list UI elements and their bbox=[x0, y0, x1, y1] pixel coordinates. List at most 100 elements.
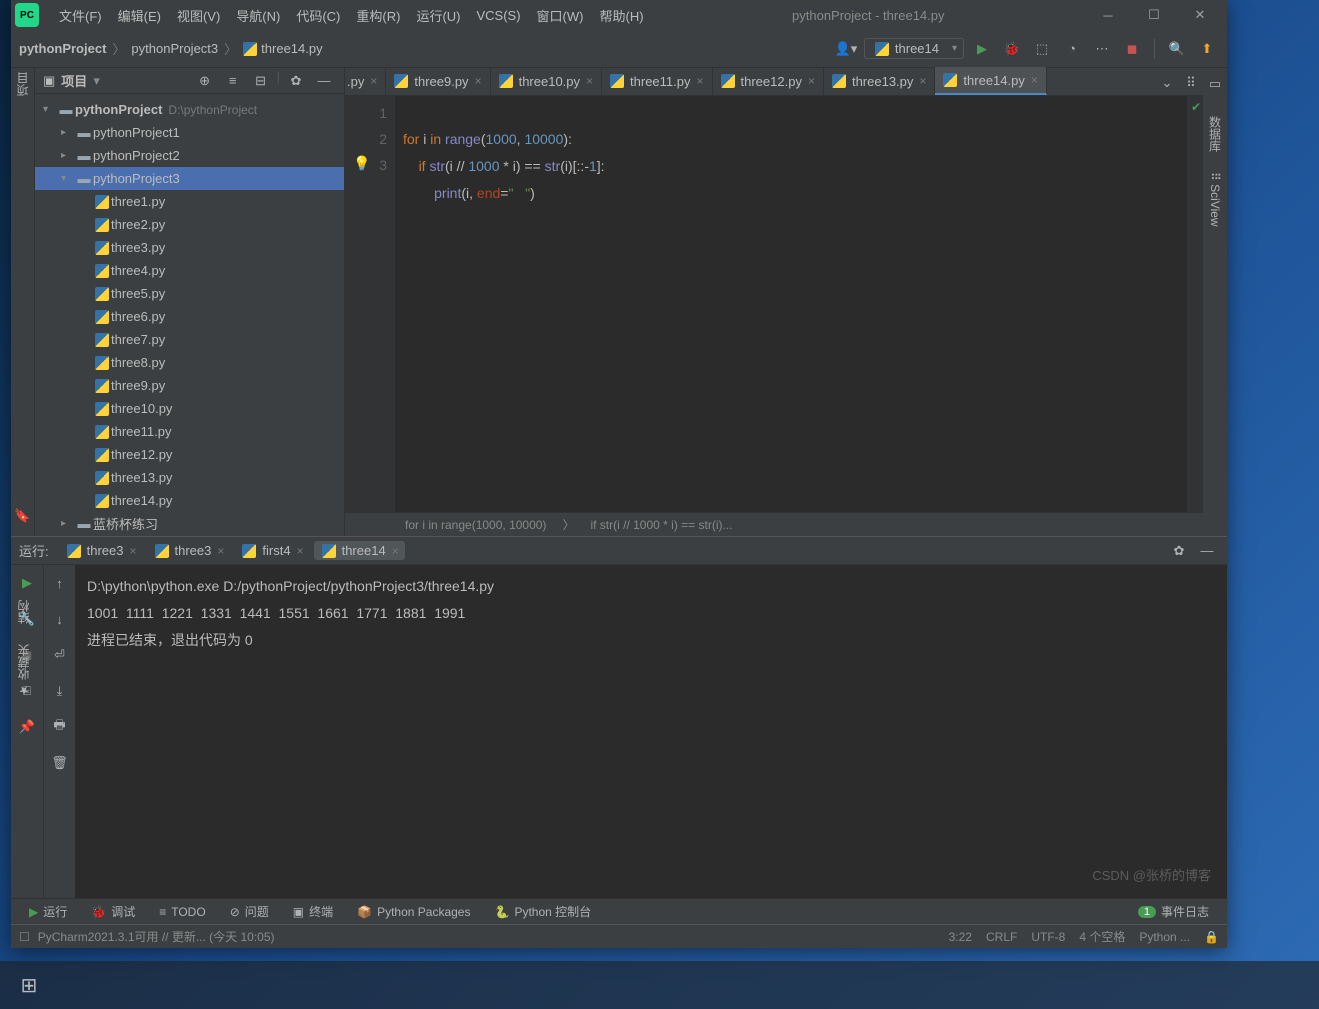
more-run-button[interactable]: ⋯ bbox=[1090, 37, 1114, 61]
run-tab[interactable]: three3× bbox=[59, 541, 143, 560]
notifications-button[interactable]: ▭ bbox=[1203, 72, 1227, 96]
breadcrumb-root[interactable]: pythonProject bbox=[19, 41, 106, 56]
bottom-terminal-tab[interactable]: ▣终端 bbox=[283, 903, 343, 920]
search-everywhere-button[interactable]: 🔍 bbox=[1165, 37, 1189, 61]
project-tree[interactable]: ▾▬pythonProjectD:\pythonProject ▸▬python… bbox=[35, 94, 344, 536]
bottom-python-console-tab[interactable]: 🐍Python 控制台 bbox=[484, 903, 601, 920]
tree-file[interactable]: three8.py bbox=[35, 351, 344, 374]
tree-file[interactable]: three10.py bbox=[35, 397, 344, 420]
breadcrumb-folder[interactable]: pythonProject3 bbox=[131, 41, 218, 56]
menu-file[interactable]: 文件(F) bbox=[51, 6, 110, 25]
intention-bulb-icon[interactable]: 💡 bbox=[353, 150, 370, 176]
tree-file[interactable]: three11.py bbox=[35, 420, 344, 443]
editor-tab[interactable]: three12.py× bbox=[713, 67, 824, 95]
bottom-todo-tab[interactable]: ≡TODO bbox=[149, 905, 215, 919]
tree-folder[interactable]: ▸▬pythonProject2 bbox=[35, 144, 344, 167]
maximize-button[interactable]: ☐ bbox=[1131, 0, 1177, 30]
lock-icon[interactable]: 🔒 bbox=[1204, 930, 1219, 944]
favorites-tool-tab[interactable]: ★ 收藏夹 bbox=[15, 644, 32, 697]
print-button[interactable]: 🖶 bbox=[48, 715, 72, 739]
stop-button[interactable]: ◼ bbox=[1120, 37, 1144, 61]
close-icon[interactable]: × bbox=[217, 544, 224, 558]
interpreter-setting[interactable]: Python ... bbox=[1139, 930, 1190, 944]
bottom-debug-tab[interactable]: 🐞调试 bbox=[81, 903, 145, 920]
editor-tab[interactable]: three10.py× bbox=[491, 67, 602, 95]
settings-icon[interactable]: ✿ bbox=[284, 69, 308, 93]
bookmarks-button[interactable]: 🔖 bbox=[11, 504, 35, 528]
clear-button[interactable]: 🗑 bbox=[48, 751, 72, 775]
run-tab-active[interactable]: three14× bbox=[314, 541, 405, 560]
start-button[interactable]: ⊞ bbox=[8, 964, 50, 1006]
close-icon[interactable]: × bbox=[392, 544, 399, 558]
code-editor[interactable]: 💡for i in range(1000, 10000): if str(i /… bbox=[395, 96, 1187, 512]
menu-navigate[interactable]: 导航(N) bbox=[228, 6, 288, 25]
project-tool-tab[interactable]: 项目 bbox=[14, 72, 31, 96]
tree-file[interactable]: three12.py bbox=[35, 443, 344, 466]
hide-button[interactable]: — bbox=[312, 69, 336, 93]
cursor-position[interactable]: 3:22 bbox=[949, 930, 972, 944]
menu-window[interactable]: 窗口(W) bbox=[529, 6, 592, 25]
menu-refactor[interactable]: 重构(R) bbox=[348, 6, 408, 25]
file-encoding[interactable]: UTF-8 bbox=[1031, 930, 1065, 944]
editor-tab[interactable]: three11.py× bbox=[602, 67, 712, 95]
tree-root[interactable]: ▾▬pythonProjectD:\pythonProject bbox=[35, 98, 344, 121]
chevron-down-icon[interactable]: ▾ bbox=[93, 73, 100, 89]
minimize-button[interactable]: ─ bbox=[1085, 0, 1131, 30]
scroll-button[interactable]: ⤓ bbox=[48, 679, 72, 703]
editor-tab-partial[interactable]: .py× bbox=[345, 67, 386, 95]
close-icon[interactable]: × bbox=[475, 74, 482, 88]
close-icon[interactable]: × bbox=[697, 74, 704, 88]
editor-breadcrumb[interactable]: for i in range(1000, 10000)〉if str(i // … bbox=[345, 512, 1203, 536]
run-tab[interactable]: first4× bbox=[234, 541, 309, 560]
up-button[interactable]: ↑ bbox=[48, 571, 72, 595]
coverage-button[interactable]: ⬚ bbox=[1030, 37, 1054, 61]
status-message[interactable]: PyCharm2021.3.1可用 // 更新... (今天 10:05) bbox=[38, 928, 275, 945]
bottom-problems-tab[interactable]: ⊘问题 bbox=[220, 903, 279, 920]
close-icon[interactable]: × bbox=[1031, 73, 1038, 87]
expand-all-button[interactable]: ≡ bbox=[221, 69, 245, 93]
tree-file[interactable]: three4.py bbox=[35, 259, 344, 282]
tree-file[interactable]: three1.py bbox=[35, 190, 344, 213]
menu-help[interactable]: 帮助(H) bbox=[591, 6, 651, 25]
collapse-all-button[interactable]: ⊟ bbox=[249, 69, 273, 93]
indent-setting[interactable]: 4 个空格 bbox=[1079, 928, 1125, 945]
locate-button[interactable]: ⊕ bbox=[193, 69, 217, 93]
windows-taskbar[interactable]: ⊞ bbox=[0, 961, 1319, 1009]
sciview-tool-tab[interactable]: ⠿ SciView bbox=[1208, 172, 1222, 227]
editor-tab[interactable]: three13.py× bbox=[824, 67, 935, 95]
close-icon[interactable]: × bbox=[130, 544, 137, 558]
tab-list-button[interactable]: ⠿ bbox=[1179, 71, 1203, 95]
menu-edit[interactable]: 编辑(E) bbox=[110, 6, 169, 25]
tree-file[interactable]: three7.py bbox=[35, 328, 344, 351]
menu-code[interactable]: 代码(C) bbox=[288, 6, 348, 25]
tree-file[interactable]: three5.py bbox=[35, 282, 344, 305]
ide-update-button[interactable]: ⬆ bbox=[1195, 37, 1219, 61]
wrap-button[interactable]: ⏎ bbox=[48, 643, 72, 667]
editor-tab[interactable]: three9.py× bbox=[386, 67, 490, 95]
run-tab[interactable]: three3× bbox=[147, 541, 231, 560]
bottom-run-tab[interactable]: ▶运行 bbox=[19, 903, 77, 920]
tree-folder-selected[interactable]: ▾▬pythonProject3 bbox=[35, 167, 344, 190]
debug-button[interactable]: 🐞 bbox=[1000, 37, 1024, 61]
settings-icon[interactable]: ✿ bbox=[1167, 539, 1191, 563]
hide-button[interactable]: — bbox=[1195, 539, 1219, 563]
tree-folder[interactable]: ▸▬蓝桥杯练习 bbox=[35, 512, 344, 535]
close-button[interactable]: ✕ bbox=[1177, 0, 1223, 30]
database-tool-tab[interactable]: 数据库 bbox=[1207, 116, 1224, 152]
close-icon[interactable]: × bbox=[370, 74, 377, 88]
tree-folder[interactable]: ▸▬pythonProject1 bbox=[35, 121, 344, 144]
close-icon[interactable]: × bbox=[297, 544, 304, 558]
editor-tab-active[interactable]: three14.py× bbox=[935, 67, 1046, 95]
bottom-packages-tab[interactable]: 📦Python Packages bbox=[347, 905, 480, 919]
tree-file[interactable]: three2.py bbox=[35, 213, 344, 236]
down-button[interactable]: ↓ bbox=[48, 607, 72, 631]
bottom-event-log-tab[interactable]: 1事件日志 bbox=[1128, 903, 1219, 920]
tree-file[interactable]: three14.py bbox=[35, 489, 344, 512]
menu-vcs[interactable]: VCS(S) bbox=[468, 8, 528, 23]
breadcrumb-file[interactable]: three14.py bbox=[243, 41, 322, 56]
rerun-button[interactable]: ▶ bbox=[15, 571, 39, 595]
status-toggle-icon[interactable]: ☐ bbox=[19, 930, 30, 944]
tree-file[interactable]: three9.py bbox=[35, 374, 344, 397]
menu-run[interactable]: 运行(U) bbox=[408, 6, 468, 25]
tab-dropdown-button[interactable]: ⌄ bbox=[1155, 71, 1179, 95]
